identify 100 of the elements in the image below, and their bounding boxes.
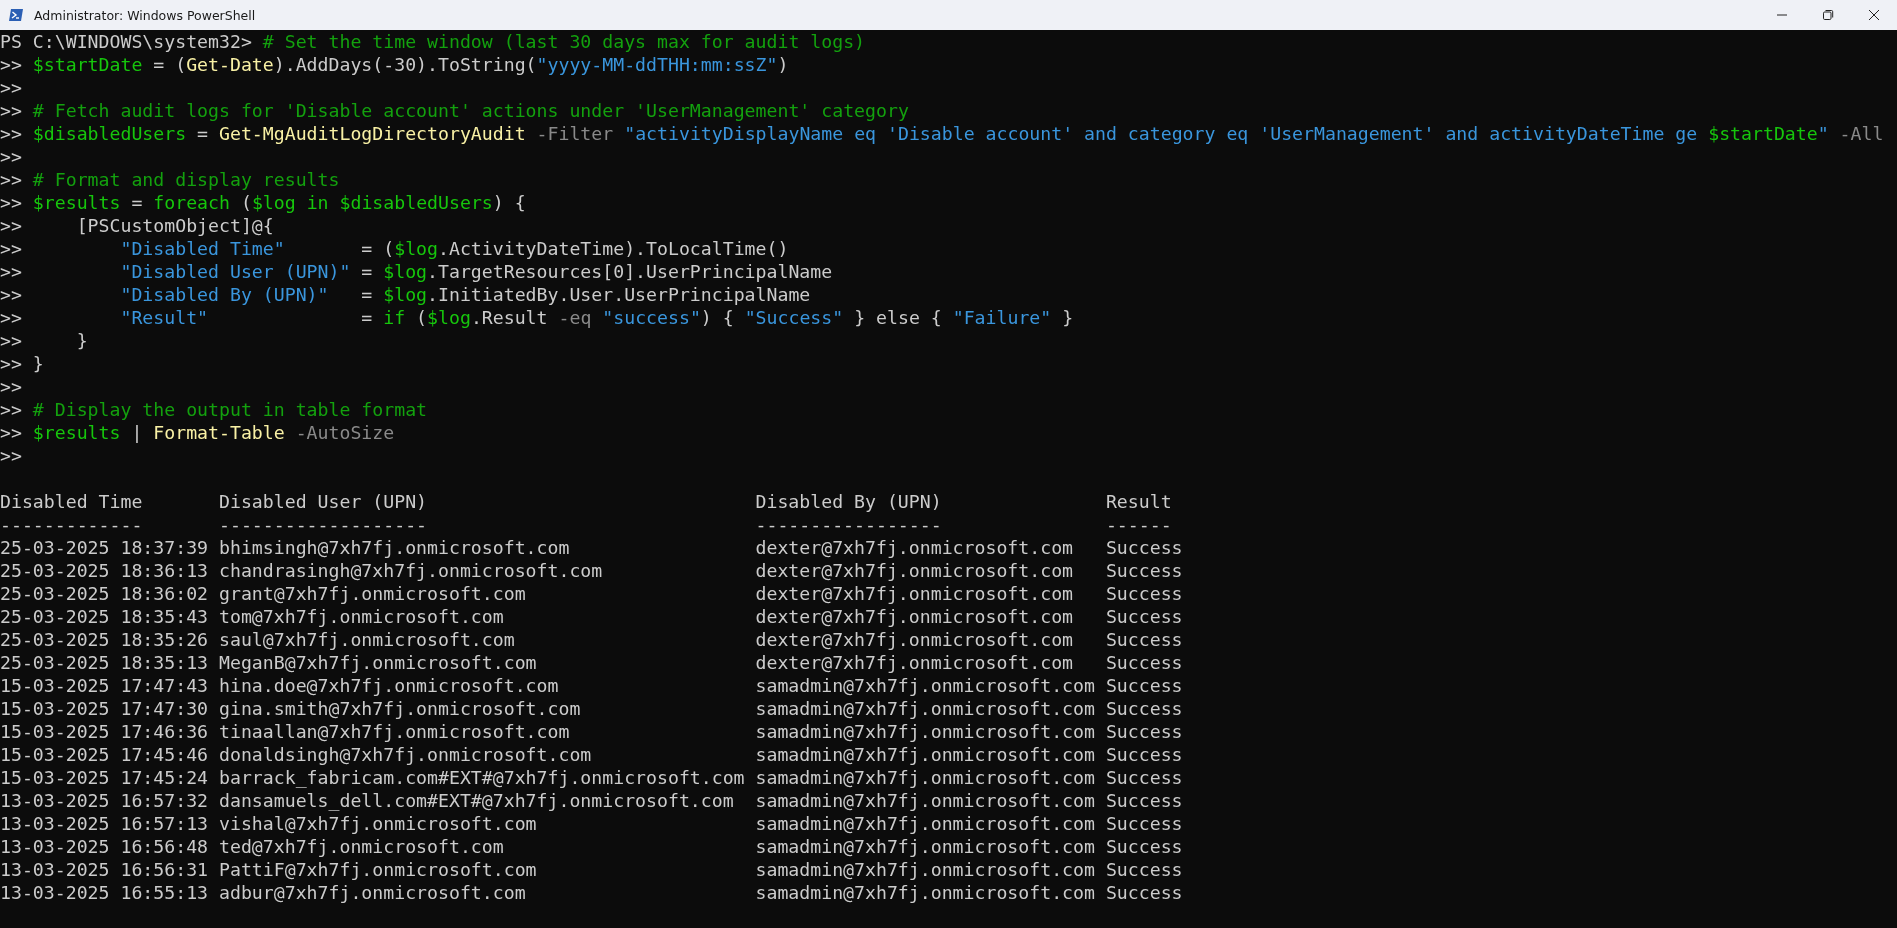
table-cell: Success bbox=[1105, 605, 1183, 628]
table-cell: Success bbox=[1105, 858, 1183, 881]
table-cell: samadmin@7xh7fj.onmicrosoft.com bbox=[755, 789, 1095, 812]
table-cell: adbur@7xh7fj.onmicrosoft.com bbox=[219, 881, 526, 904]
prompt: >> bbox=[0, 421, 22, 444]
window-title: Administrator: Windows PowerShell bbox=[34, 7, 256, 23]
column-header: Disabled By (UPN) bbox=[755, 490, 942, 513]
prompt: >> bbox=[0, 398, 22, 421]
table-cell: 13-03-2025 16:55:13 bbox=[0, 881, 209, 904]
table-cell: samadmin@7xh7fj.onmicrosoft.com bbox=[755, 697, 1095, 720]
header-underline: ------ bbox=[1105, 513, 1172, 536]
table-cell: 13-03-2025 16:57:13 bbox=[0, 812, 209, 835]
code-line: "Disabled Time" = ($log.ActivityDateTime).ToLocalTime() bbox=[119, 237, 789, 260]
table-cell: 25-03-2025 18:35:26 bbox=[0, 628, 209, 651]
prompt: >> bbox=[0, 444, 22, 467]
header-underline: ------------- bbox=[0, 513, 143, 536]
prompt: >> bbox=[0, 375, 22, 398]
table-cell: samadmin@7xh7fj.onmicrosoft.com bbox=[755, 674, 1095, 697]
table-cell: hina.doe@7xh7fj.onmicrosoft.com bbox=[219, 674, 559, 697]
table-cell: barrack_fabricam.com#EXT#@7xh7fj.onmicrosoft.com bbox=[219, 766, 745, 789]
prompt: >> bbox=[0, 237, 22, 260]
prompt: PS C:\WINDOWS\system32> bbox=[0, 30, 252, 53]
table-cell: Success bbox=[1105, 766, 1183, 789]
code-line: [PSCustomObject]@{ bbox=[75, 214, 274, 237]
table-cell: 25-03-2025 18:35:43 bbox=[0, 605, 209, 628]
table-cell: donaldsingh@7xh7fj.onmicrosoft.com bbox=[219, 743, 592, 766]
close-icon bbox=[1868, 9, 1880, 21]
table-cell: tom@7xh7fj.onmicrosoft.com bbox=[219, 605, 504, 628]
table-cell: 15-03-2025 17:45:46 bbox=[0, 743, 209, 766]
table-cell: samadmin@7xh7fj.onmicrosoft.com bbox=[755, 743, 1095, 766]
column-header: Disabled Time bbox=[0, 490, 143, 513]
prompt: >> bbox=[0, 306, 22, 329]
table-cell: Success bbox=[1105, 536, 1183, 559]
prompt: >> bbox=[0, 122, 22, 145]
table-cell: MeganB@7xh7fj.onmicrosoft.com bbox=[219, 651, 537, 674]
code-line: } bbox=[75, 329, 88, 352]
table-cell: dexter@7xh7fj.onmicrosoft.com bbox=[755, 536, 1074, 559]
table-cell: gina.smith@7xh7fj.onmicrosoft.com bbox=[219, 697, 581, 720]
code-line: $disabledUsers = Get-MgAuditLogDirectoryAudit -Filter "activityDisplayName eq 'Disable account' and category eq 'UserManagement' and activityDateTime ge $startDate" -All bbox=[32, 122, 1884, 145]
table-cell: chandrasingh@7xh7fj.onmicrosoft.com bbox=[219, 559, 603, 582]
table-cell: dexter@7xh7fj.onmicrosoft.com bbox=[755, 559, 1074, 582]
table-cell: 15-03-2025 17:45:24 bbox=[0, 766, 209, 789]
table-cell: 15-03-2025 17:47:43 bbox=[0, 674, 209, 697]
prompt: >> bbox=[0, 76, 22, 99]
prompt: >> bbox=[0, 145, 22, 168]
table-cell: Success bbox=[1105, 743, 1183, 766]
table-cell: dexter@7xh7fj.onmicrosoft.com bbox=[755, 582, 1074, 605]
code-line: $startDate = (Get-Date).AddDays(-30).ToString("yyyy-MM-ddTHH:mm:ssZ") bbox=[32, 53, 789, 76]
table-cell: Success bbox=[1105, 582, 1183, 605]
prompt: >> bbox=[0, 260, 22, 283]
table-cell: Success bbox=[1105, 651, 1183, 674]
table-cell: Success bbox=[1105, 720, 1183, 743]
table-cell: dexter@7xh7fj.onmicrosoft.com bbox=[755, 651, 1074, 674]
table-cell: dexter@7xh7fj.onmicrosoft.com bbox=[755, 605, 1074, 628]
table-cell: tinaallan@7xh7fj.onmicrosoft.com bbox=[219, 720, 570, 743]
prompt: >> bbox=[0, 352, 22, 375]
table-cell: dansamuels_dell.com#EXT#@7xh7fj.onmicrosoft.com bbox=[219, 789, 734, 812]
header-underline: ----------------- bbox=[755, 513, 942, 536]
prompt: >> bbox=[0, 214, 22, 237]
table-cell: Success bbox=[1105, 881, 1183, 904]
prompt: >> bbox=[0, 99, 22, 122]
table-cell: bhimsingh@7xh7fj.onmicrosoft.com bbox=[219, 536, 570, 559]
code-line: } bbox=[32, 352, 44, 375]
column-header: Disabled User (UPN) bbox=[219, 490, 428, 513]
code-line: # Fetch audit logs for 'Disable account' actions under 'UserManagement' category bbox=[32, 99, 909, 122]
table-cell: 15-03-2025 17:47:30 bbox=[0, 697, 209, 720]
code-line: $results | Format-Table -AutoSize bbox=[32, 421, 395, 444]
prompt: >> bbox=[0, 329, 22, 352]
table-cell: Success bbox=[1105, 835, 1183, 858]
table-cell: 25-03-2025 18:36:02 bbox=[0, 582, 209, 605]
code-line: "Disabled User (UPN)" = $log.TargetResources[0].UserPrincipalName bbox=[119, 260, 833, 283]
table-cell: samadmin@7xh7fj.onmicrosoft.com bbox=[755, 835, 1095, 858]
header-underline: ------------------- bbox=[219, 513, 428, 536]
code-line: # Format and display results bbox=[32, 168, 340, 191]
table-cell: ted@7xh7fj.onmicrosoft.com bbox=[219, 835, 504, 858]
code-line: "Disabled By (UPN)" = $log.InitiatedBy.User.UserPrincipalName bbox=[119, 283, 811, 306]
table-cell: saul@7xh7fj.onmicrosoft.com bbox=[219, 628, 515, 651]
table-cell: 13-03-2025 16:56:48 bbox=[0, 835, 209, 858]
code-line: $results = foreach ($log in $disabledUsers) { bbox=[32, 191, 526, 214]
maximize-icon bbox=[1822, 9, 1834, 21]
prompt: >> bbox=[0, 168, 22, 191]
table-cell: samadmin@7xh7fj.onmicrosoft.com bbox=[755, 858, 1095, 881]
prompt: >> bbox=[0, 191, 22, 214]
table-cell: 25-03-2025 18:36:13 bbox=[0, 559, 209, 582]
code-line: "Result" = if ($log.Result -eq "success") { "Success" } else { "Failure" } bbox=[119, 306, 1074, 329]
prompt: >> bbox=[0, 283, 22, 306]
table-cell: dexter@7xh7fj.onmicrosoft.com bbox=[755, 628, 1074, 651]
prompt: >> bbox=[0, 53, 22, 76]
table-cell: 25-03-2025 18:35:13 bbox=[0, 651, 209, 674]
table-cell: Success bbox=[1105, 674, 1183, 697]
table-cell: 13-03-2025 16:57:32 bbox=[0, 789, 209, 812]
table-cell: PattiF@7xh7fj.onmicrosoft.com bbox=[219, 858, 537, 881]
table-cell: Success bbox=[1105, 789, 1183, 812]
code-line: # Display the output in table format bbox=[32, 398, 428, 421]
table-cell: Success bbox=[1105, 628, 1183, 651]
table-cell: 15-03-2025 17:46:36 bbox=[0, 720, 209, 743]
column-header: Result bbox=[1105, 490, 1172, 513]
code-line: # Set the time window (last 30 days max for audit logs) bbox=[262, 30, 866, 53]
table-cell: Success bbox=[1105, 559, 1183, 582]
table-cell: Success bbox=[1105, 697, 1183, 720]
